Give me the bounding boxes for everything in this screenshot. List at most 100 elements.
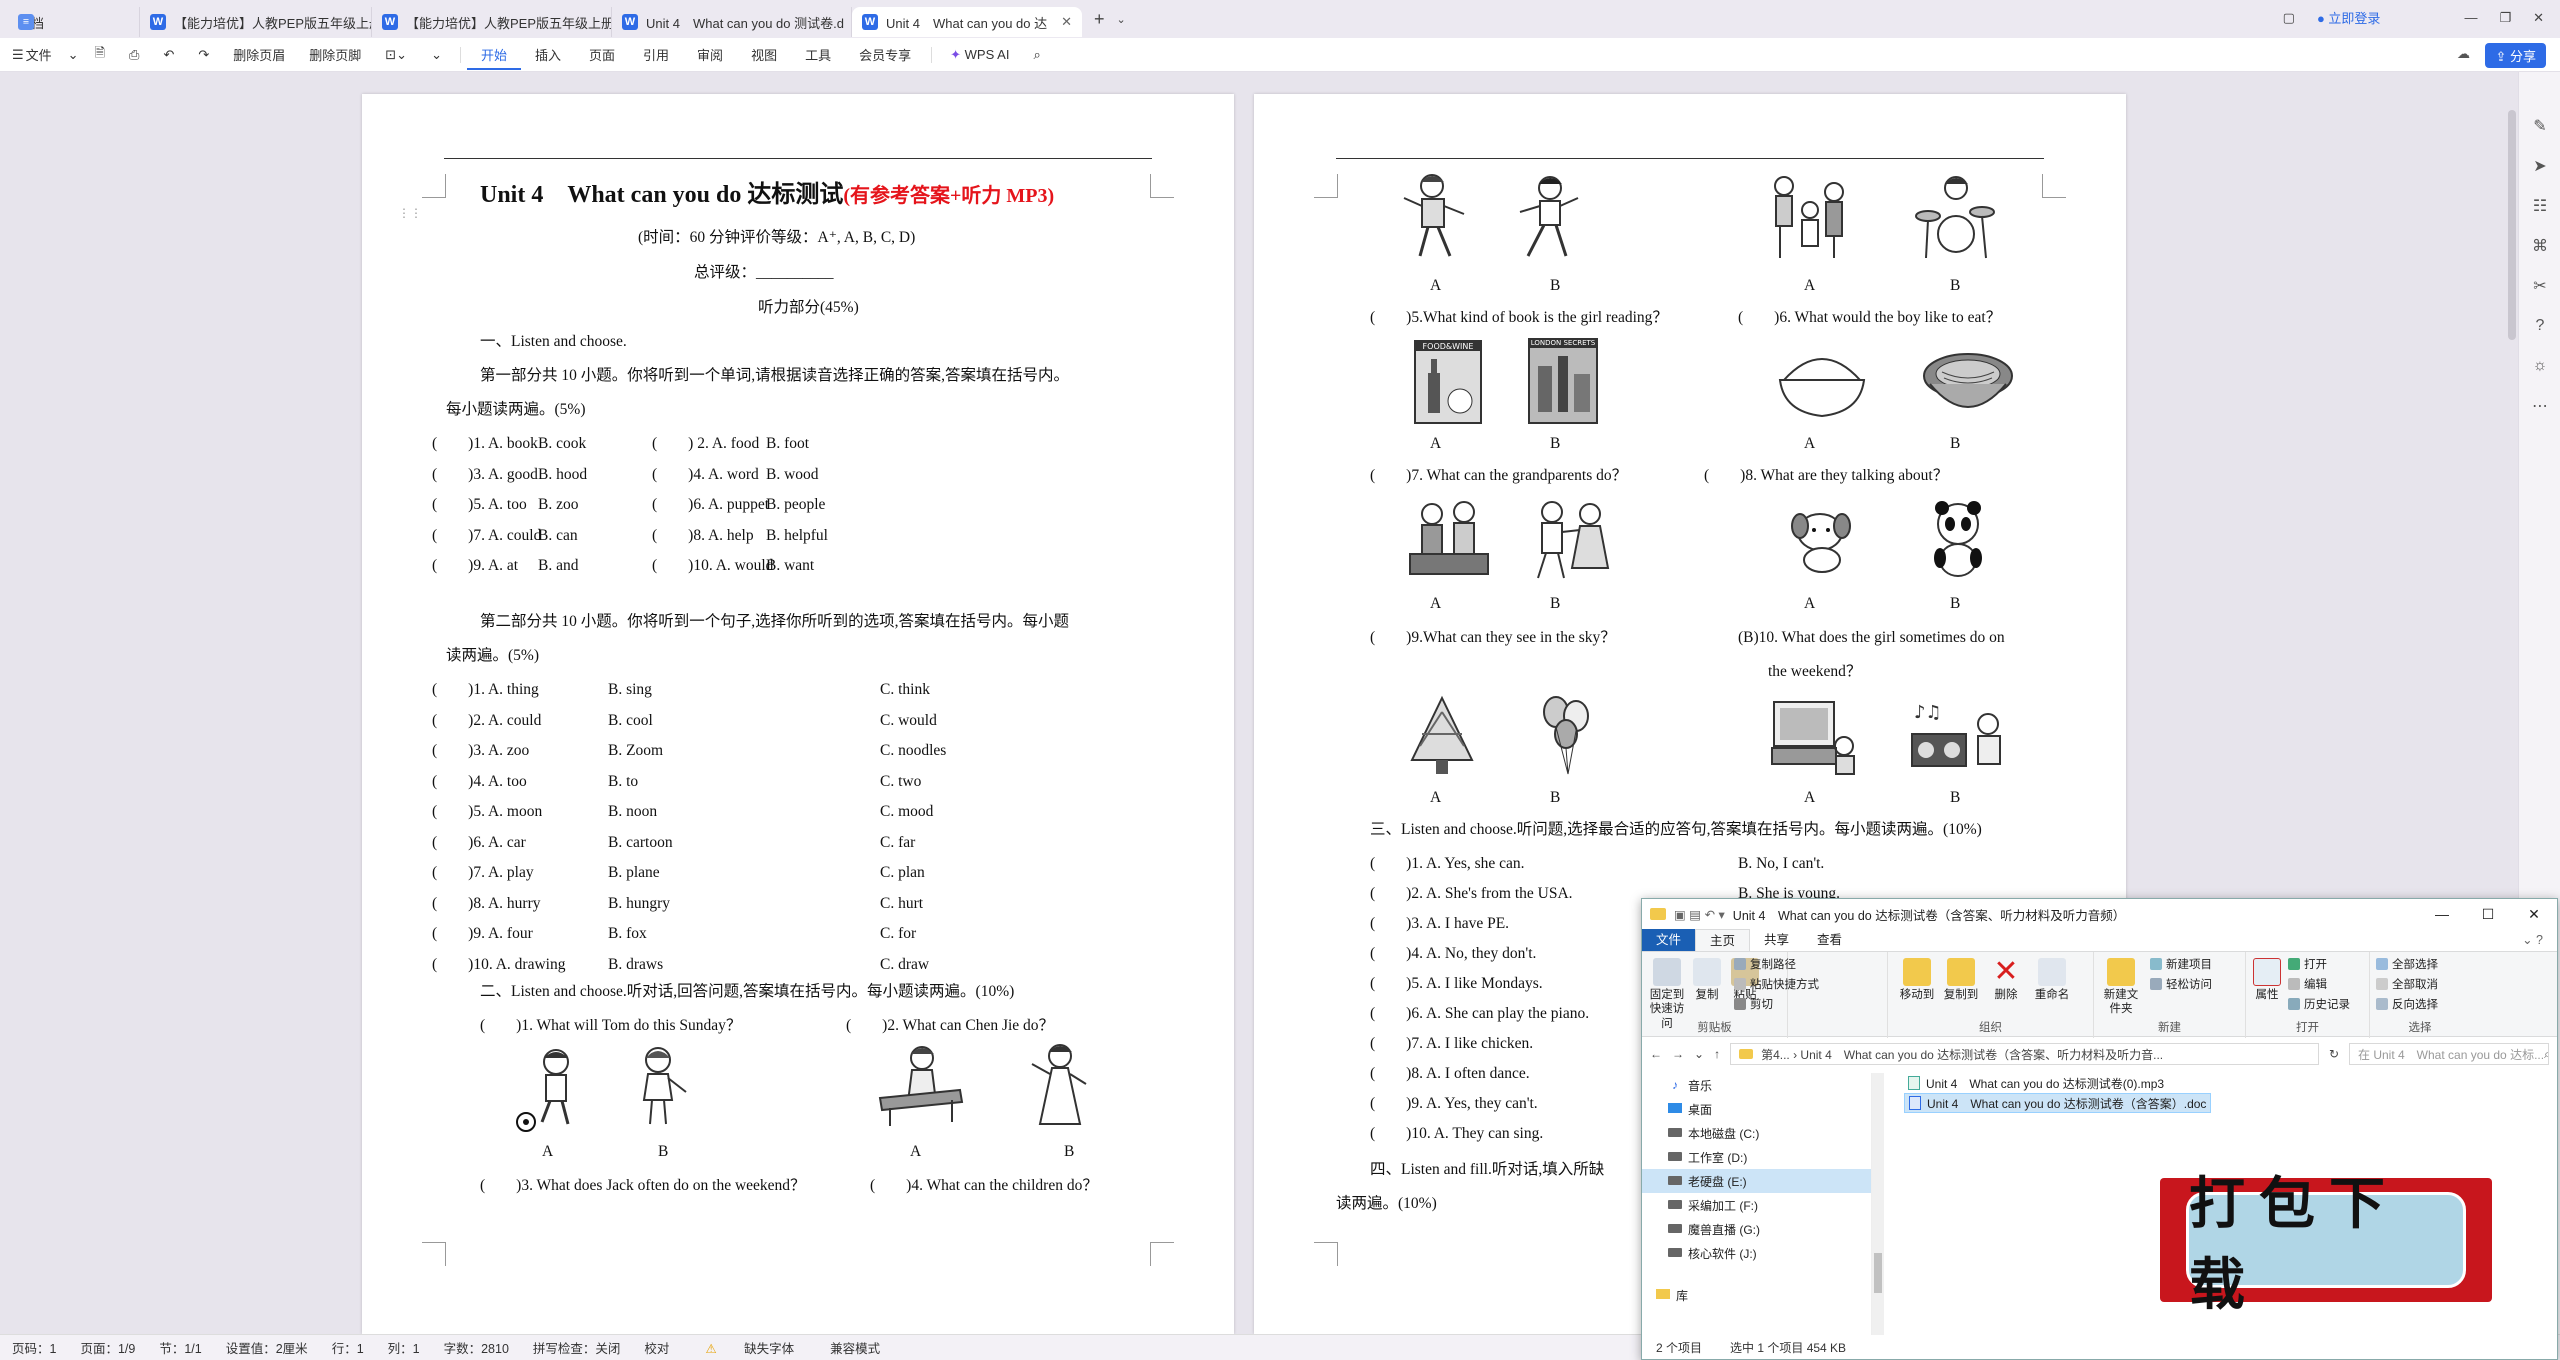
scrollbar-thumb[interactable]: [1874, 1253, 1882, 1293]
navigation-pane[interactable]: ♪ 音乐 桌面 本地磁盘 (C:) 工作室 (D:) 老硬盘 (E:) 采编加工 (F:) 魔…: [1642, 1073, 1872, 1335]
redo-icon[interactable]: ↷: [186, 47, 221, 63]
tab-insert[interactable]: 插入: [521, 45, 575, 64]
properties-button[interactable]: 属性: [2250, 958, 2284, 1002]
quick-access-icons[interactable]: ▣ ▤ ↶ ▾: [1674, 907, 1725, 922]
nav-scrollbar[interactable]: [1872, 1073, 1884, 1335]
translate-icon[interactable]: ⌘: [2519, 226, 2560, 266]
up-icon[interactable]: ↑: [1714, 1047, 1720, 1061]
tab-docs[interactable]: ≡ 文档: [0, 7, 140, 37]
back-icon[interactable]: ←: [1650, 1047, 1662, 1061]
nav-item[interactable]: 桌面: [1642, 1097, 1871, 1121]
menu-icon[interactable]: ☰: [0, 47, 26, 63]
nav-item[interactable]: 工作室 (D:): [1642, 1145, 1871, 1169]
close-window-icon[interactable]: ✕: [2533, 10, 2544, 26]
open-button[interactable]: 打开: [2288, 956, 2327, 972]
missing-font-button[interactable]: ⚠ 缺失字体: [681, 1338, 818, 1357]
help-icon[interactable]: ⌄ ?: [2508, 929, 2557, 951]
invert-selection-button[interactable]: 反向选择: [2376, 996, 2438, 1012]
file-item[interactable]: Unit 4 What can you do 达标测试卷（含答案）.doc: [1904, 1093, 2212, 1113]
cursor-icon[interactable]: ➤: [2519, 146, 2560, 186]
easy-access-button[interactable]: 轻松访问: [2150, 976, 2212, 992]
help-icon[interactable]: ?: [2519, 306, 2560, 346]
copy-path-button[interactable]: 复制路径: [1734, 956, 1796, 972]
format-icon[interactable]: ⊡⌄: [373, 47, 419, 63]
menu-share[interactable]: 共享: [1750, 929, 1803, 951]
chevron-down-icon[interactable]: ⌄: [1694, 1047, 1704, 1061]
nav-item[interactable]: 本地磁盘 (C:): [1642, 1121, 1871, 1145]
tab-document-active[interactable]: W Unit 4 What can you do 达 ✕: [852, 7, 1082, 37]
copy-button[interactable]: 复制: [1692, 958, 1722, 1002]
file-menu[interactable]: 文件: [26, 45, 64, 64]
menu-home[interactable]: 主页: [1695, 929, 1751, 951]
document-page-1[interactable]: ⋮⋮ Unit 4 What can you do 达标测试(有参考答案+听力 …: [362, 94, 1234, 1334]
status-pages[interactable]: 页面：1/9: [68, 1338, 147, 1357]
address-input[interactable]: 第4... › Unit 4 What can you do 达标测试卷（含答案…: [1730, 1043, 2319, 1065]
cloud-icon[interactable]: ☁: [2457, 46, 2470, 62]
nav-item[interactable]: 库: [1642, 1283, 1871, 1307]
tab-document-3[interactable]: W Unit 4 What can you do 测试卷.d: [612, 7, 852, 37]
tab-review[interactable]: 审阅: [683, 45, 737, 64]
chevron-down-icon[interactable]: ⌄: [419, 47, 454, 63]
new-item-button[interactable]: 新建项目: [2150, 956, 2212, 972]
select-none-button[interactable]: 全部取消: [2376, 976, 2438, 992]
tab-references[interactable]: 引用: [629, 45, 683, 64]
share-button[interactable]: ⇪ 分享: [2485, 43, 2546, 68]
tools-icon[interactable]: ✂: [2519, 266, 2560, 306]
forward-icon[interactable]: →: [1672, 1047, 1684, 1061]
search-icon[interactable]: ⌕: [1021, 47, 1052, 63]
tab-document-1[interactable]: W 【能力培优】人教PEP版五年级上册英: [140, 7, 372, 37]
status-word-count[interactable]: 字数：2810: [432, 1338, 521, 1357]
refresh-icon[interactable]: ↻: [2329, 1047, 2339, 1061]
chevron-down-icon[interactable]: ⌄: [1117, 13, 1126, 26]
cut-button[interactable]: 剪切: [1734, 996, 1773, 1012]
file-item[interactable]: Unit 4 What can you do 达标测试卷(0).mp3: [1904, 1073, 2211, 1093]
close-icon[interactable]: ✕: [1061, 14, 1072, 30]
new-folder-button[interactable]: 新建文件夹: [2100, 958, 2142, 1017]
maximize-icon[interactable]: ☐: [2465, 899, 2511, 929]
copy-to-button[interactable]: 复制到: [1940, 958, 1982, 1002]
menu-view[interactable]: 查看: [1803, 929, 1856, 951]
paste-shortcut-button[interactable]: 粘贴快捷方式: [1734, 976, 1819, 992]
delete-footer-button[interactable]: 删除页脚: [297, 45, 373, 64]
nav-item[interactable]: 老硬盘 (E:): [1642, 1169, 1871, 1193]
login-button[interactable]: ● 立即登录: [2317, 8, 2380, 27]
tab-view[interactable]: 视图: [737, 45, 791, 64]
new-tab-icon[interactable]: +: [1082, 9, 1117, 30]
drag-handle-icon[interactable]: ⋮⋮: [398, 206, 422, 220]
restore-icon[interactable]: ❐: [2499, 10, 2511, 26]
rename-button[interactable]: 重命名: [2032, 958, 2072, 1002]
tab-member[interactable]: 会员专享: [845, 45, 925, 64]
history-button[interactable]: 历史记录: [2288, 996, 2350, 1012]
close-icon[interactable]: ✕: [2511, 899, 2557, 929]
undo-icon[interactable]: ↶: [151, 47, 186, 63]
tab-document-2[interactable]: W 【能力培优】人教PEP版五年级上册英: [372, 7, 612, 37]
save-icon[interactable]: 🗎: [83, 44, 117, 66]
minimize-icon[interactable]: —: [2419, 899, 2465, 929]
menu-file[interactable]: 文件: [1642, 929, 1696, 951]
tab-home[interactable]: 开始: [466, 45, 521, 70]
bulb-icon[interactable]: ☼: [2519, 346, 2560, 386]
more-icon[interactable]: ⋯: [2519, 386, 2560, 426]
status-spellcheck[interactable]: 拼写检查：关闭: [521, 1338, 633, 1357]
sliders-icon[interactable]: ☷: [2519, 186, 2560, 226]
window-icon[interactable]: ▢: [2283, 10, 2295, 26]
minimize-icon[interactable]: —: [2464, 10, 2477, 25]
print-icon[interactable]: ⎙: [117, 47, 151, 63]
tab-page[interactable]: 页面: [575, 45, 629, 64]
nav-item[interactable]: 魔兽直播 (G:): [1642, 1217, 1871, 1241]
delete-header-button[interactable]: 删除页眉: [221, 45, 297, 64]
pen-icon[interactable]: ✎: [2519, 106, 2560, 146]
status-proof[interactable]: 校对: [632, 1338, 681, 1357]
move-to-button[interactable]: 移动到: [1896, 958, 1938, 1002]
chevron-down-icon[interactable]: ⌄: [64, 47, 83, 63]
edit-button[interactable]: 编辑: [2288, 976, 2327, 992]
nav-item[interactable]: 核心软件 (J:): [1642, 1241, 1871, 1265]
scrollbar-thumb[interactable]: [2508, 110, 2516, 340]
wps-ai-button[interactable]: ✦ WPS AI: [938, 47, 1021, 63]
delete-button[interactable]: ✕ 删除: [1988, 957, 2024, 1002]
download-banner[interactable]: 打包下载: [2160, 1171, 2492, 1318]
search-input[interactable]: 在 Unit 4 What can you do 达标... ⌕: [2349, 1043, 2549, 1065]
select-all-button[interactable]: 全部选择: [2376, 956, 2438, 972]
nav-item[interactable]: ♪ 音乐: [1642, 1073, 1871, 1097]
file-list[interactable]: Unit 4 What can you do 达标测试卷(0).mp3 Unit …: [1904, 1073, 2212, 1113]
